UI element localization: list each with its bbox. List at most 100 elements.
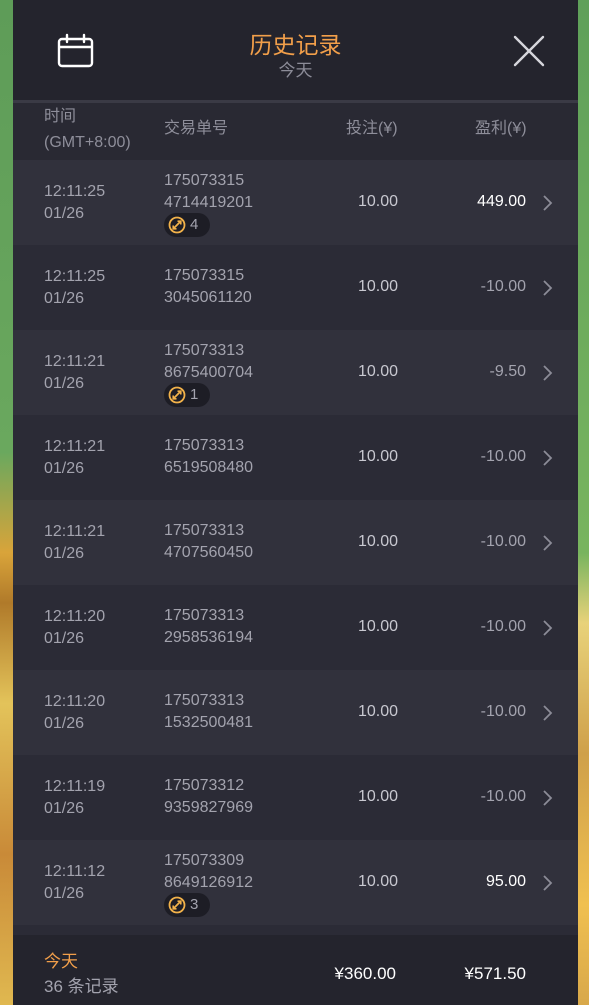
chevron-right-icon[interactable] xyxy=(541,789,553,807)
record-date: 01/26 xyxy=(44,715,85,732)
record-date: 01/26 xyxy=(44,460,85,477)
record-time: 12:11:21 xyxy=(44,523,106,540)
record-order-id-suffix: 3045061120 xyxy=(164,289,252,306)
record-order-id-suffix: 4714419201 xyxy=(164,194,253,211)
close-button[interactable] xyxy=(512,34,546,68)
record-order-id-suffix: 8675400704 xyxy=(164,364,253,381)
record-row[interactable]: 12:11:21 01/26 175073313 6519508480 10.00 -10… xyxy=(13,415,578,500)
chevron-right-icon[interactable] xyxy=(541,194,553,212)
record-date: 01/26 xyxy=(44,630,85,647)
record-profit: -10.00 xyxy=(480,703,526,720)
record-list: 12:11:25 01/26 175073315 4714419201 4 10.00 44… xyxy=(13,160,578,925)
column-timezone-label: (GMT+8:00) xyxy=(44,134,131,151)
record-row[interactable]: 12:11:20 01/26 175073313 2958536194 10.00 -10… xyxy=(13,585,578,670)
record-row[interactable]: 12:11:12 01/26 175073309 8649126912 3 10.00 95… xyxy=(13,840,578,925)
record-order-id: 175073313 xyxy=(164,437,245,454)
record-row[interactable]: 12:11:25 01/26 175073315 3045061120 10.00 -10… xyxy=(13,245,578,330)
record-order-id: 175073315 xyxy=(164,172,245,189)
record-profit: -10.00 xyxy=(480,618,526,635)
record-order-id: 175073312 xyxy=(164,777,245,794)
column-header: 时间 (GMT+8:00) 交易单号 投注(¥) 盈利(¥) xyxy=(13,103,578,160)
history-panel: 历史记录 今天 时间 (GMT+8:00) 交易单号 投注(¥) 盈利(¥) 1… xyxy=(13,0,578,1005)
record-order-id: 175073315 xyxy=(164,267,245,284)
record-bet: 10.00 xyxy=(357,448,398,465)
record-time: 12:11:20 xyxy=(44,608,106,625)
summary-period-label: 今天 xyxy=(44,952,78,971)
column-profit-label: 盈利(¥) xyxy=(475,120,527,137)
record-order-id-suffix: 4707560450 xyxy=(164,544,253,561)
chevron-right-icon[interactable] xyxy=(541,449,553,467)
record-order-id-suffix: 2958536194 xyxy=(164,629,253,646)
record-bet: 10.00 xyxy=(357,193,398,210)
record-row[interactable]: 12:11:25 01/26 175073315 4714419201 4 10.00 44… xyxy=(13,160,578,245)
record-time: 12:11:21 xyxy=(44,353,106,370)
record-profit: -10.00 xyxy=(480,788,526,805)
record-date: 01/26 xyxy=(44,375,85,392)
free-spin-count: 4 xyxy=(190,216,199,233)
date-filter-label: 今天 xyxy=(278,61,313,80)
record-row[interactable]: 12:11:20 01/26 175073313 1532500481 10.00 -10… xyxy=(13,670,578,755)
record-row[interactable]: 12:11:21 01/26 175073313 8675400704 1 10.00 -9… xyxy=(13,330,578,415)
chevron-right-icon[interactable] xyxy=(541,364,553,382)
record-time: 12:11:25 xyxy=(44,268,106,285)
record-date: 01/26 xyxy=(44,885,85,902)
summary-record-count: 36 条记录 xyxy=(44,977,119,996)
record-order-id-suffix: 1532500481 xyxy=(164,714,253,731)
chevron-right-icon[interactable] xyxy=(541,534,553,552)
chevron-right-icon[interactable] xyxy=(541,874,553,892)
column-order-label: 交易单号 xyxy=(164,120,229,137)
record-order-id: 175073313 xyxy=(164,342,245,359)
record-bet: 10.00 xyxy=(357,703,398,720)
record-bet: 10.00 xyxy=(357,788,398,805)
record-row[interactable]: 12:11:19 01/26 175073312 9359827969 10.00 -10… xyxy=(13,755,578,840)
header-bar: 历史记录 今天 xyxy=(13,0,578,100)
chevron-right-icon[interactable] xyxy=(541,704,553,722)
chevron-right-icon[interactable] xyxy=(541,279,553,297)
column-time-label: 时间 xyxy=(44,108,77,125)
free-spin-count: 1 xyxy=(190,386,199,403)
record-time: 12:11:21 xyxy=(44,438,106,455)
record-order-id-suffix: 8649126912 xyxy=(164,874,253,891)
chevron-right-icon[interactable] xyxy=(541,619,553,637)
free-spin-icon xyxy=(168,386,186,404)
record-bet: 10.00 xyxy=(357,363,398,380)
background-left xyxy=(0,0,13,1005)
record-date: 01/26 xyxy=(44,800,85,817)
summary-footer: 今天 36 条记录 ¥360.00 ¥571.50 xyxy=(13,935,578,1005)
record-time: 12:11:19 xyxy=(44,778,106,795)
free-spin-badge: 3 xyxy=(164,893,210,917)
free-spin-count: 3 xyxy=(190,896,199,913)
record-order-id-suffix: 6519508480 xyxy=(164,459,253,476)
record-bet: 10.00 xyxy=(357,873,398,890)
free-spin-badge: 1 xyxy=(164,383,210,407)
record-bet: 10.00 xyxy=(357,278,398,295)
record-order-id: 175073313 xyxy=(164,522,245,539)
record-date: 01/26 xyxy=(44,205,85,222)
record-date: 01/26 xyxy=(44,290,85,307)
summary-total-profit: ¥571.50 xyxy=(464,964,526,983)
record-time: 12:11:20 xyxy=(44,693,106,710)
record-order-id: 175073313 xyxy=(164,607,245,624)
record-row[interactable]: 12:11:21 01/26 175073313 4707560450 10.00 -10… xyxy=(13,500,578,585)
record-time: 12:11:25 xyxy=(44,183,106,200)
free-spin-icon xyxy=(168,216,186,234)
record-profit: -10.00 xyxy=(480,448,526,465)
record-order-id: 175073309 xyxy=(164,852,245,869)
record-bet: 10.00 xyxy=(357,533,398,550)
close-icon xyxy=(513,35,545,67)
record-profit: 95.00 xyxy=(485,873,526,890)
record-order-id-suffix: 9359827969 xyxy=(164,799,253,816)
record-time: 12:11:12 xyxy=(44,863,106,880)
record-profit: -10.00 xyxy=(480,533,526,550)
column-bet-label: 投注(¥) xyxy=(346,120,398,137)
free-spin-badge: 4 xyxy=(164,213,210,237)
record-profit: 449.00 xyxy=(477,193,526,210)
summary-total-bet: ¥360.00 xyxy=(334,964,396,983)
record-order-id: 175073313 xyxy=(164,692,245,709)
background-right xyxy=(578,0,589,1005)
record-profit: -9.50 xyxy=(489,363,526,380)
record-date: 01/26 xyxy=(44,545,85,562)
free-spin-icon xyxy=(168,896,186,914)
record-bet: 10.00 xyxy=(357,618,398,635)
page-title: 历史记录 xyxy=(249,32,342,58)
